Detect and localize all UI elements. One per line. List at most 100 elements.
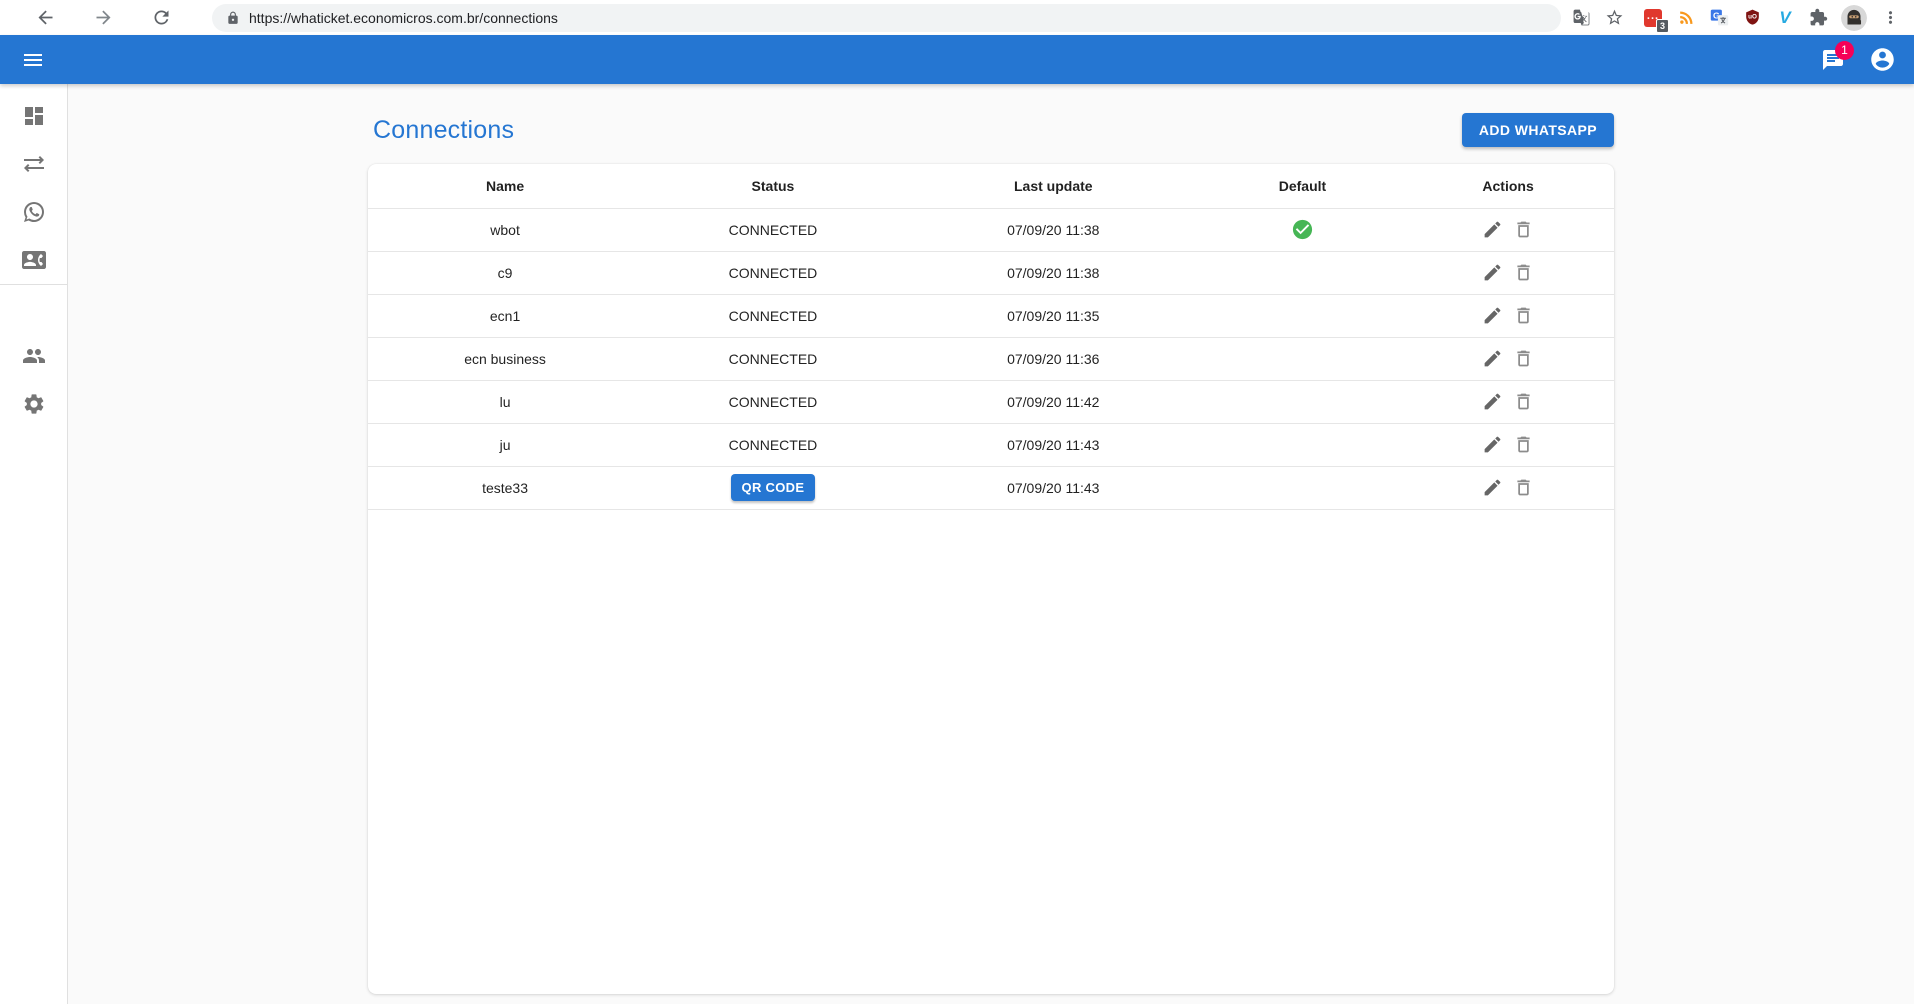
table-row: c9 CONNECTED 07/09/20 11:38 xyxy=(368,251,1614,294)
add-whatsapp-button[interactable]: ADD WHATSAPP xyxy=(1462,113,1614,147)
cell-last-update: 07/09/20 11:36 xyxy=(904,337,1203,380)
edit-button[interactable] xyxy=(1479,216,1506,243)
cell-default xyxy=(1203,337,1402,380)
qr-code-button[interactable]: QR CODE xyxy=(731,474,816,501)
cell-name: ju xyxy=(368,423,642,466)
hamburger-icon xyxy=(21,48,45,72)
extension-translate-icon[interactable]: G xyxy=(1709,8,1729,28)
pencil-icon xyxy=(1482,348,1503,369)
sidebar-item-connections[interactable] xyxy=(0,140,67,188)
connections-table-body: wbot CONNECTED 07/09/20 11:38 c9 CONNECT… xyxy=(368,208,1614,509)
edit-button[interactable] xyxy=(1479,388,1506,415)
extension-ublock-icon[interactable]: uO xyxy=(1742,8,1762,28)
cell-status: CONNECTED xyxy=(642,423,904,466)
edit-button[interactable] xyxy=(1479,345,1506,372)
cell-status: CONNECTED xyxy=(642,208,904,251)
connection-name: lu xyxy=(500,394,511,410)
page-title: Connections xyxy=(373,116,514,145)
gear-icon xyxy=(22,392,46,416)
cell-actions xyxy=(1402,380,1614,423)
delete-button[interactable] xyxy=(1510,345,1537,372)
table-header-row: NameStatusLast updateDefaultActions xyxy=(368,164,1614,208)
table-row: ju CONNECTED 07/09/20 11:43 xyxy=(368,423,1614,466)
cell-status: CONNECTED xyxy=(642,337,904,380)
last-update: 07/09/20 11:43 xyxy=(1007,480,1099,496)
status-text: CONNECTED xyxy=(729,308,818,324)
cell-actions xyxy=(1402,337,1614,380)
address-bar[interactable]: https://whaticket.economicros.com.br/con… xyxy=(212,4,1561,32)
table-row: ecn1 CONNECTED 07/09/20 11:35 xyxy=(368,294,1614,337)
edit-button[interactable] xyxy=(1479,474,1506,501)
status-text: CONNECTED xyxy=(729,351,818,367)
sidebar-item-tickets[interactable] xyxy=(0,188,67,236)
edit-button[interactable] xyxy=(1479,431,1506,458)
cell-default xyxy=(1203,423,1402,466)
cell-name: wbot xyxy=(368,208,642,251)
delete-button[interactable] xyxy=(1510,302,1537,329)
pencil-icon xyxy=(1482,262,1503,283)
status-text: CONNECTED xyxy=(729,222,818,238)
arrow-back-icon xyxy=(35,7,56,28)
table-row: lu CONNECTED 07/09/20 11:42 xyxy=(368,380,1614,423)
delete-button[interactable] xyxy=(1510,216,1537,243)
edit-button[interactable] xyxy=(1479,259,1506,286)
cell-default xyxy=(1203,466,1402,509)
delete-button[interactable] xyxy=(1510,431,1537,458)
trash-icon xyxy=(1513,305,1534,326)
sync-alt-icon xyxy=(22,152,46,176)
arrow-forward-icon xyxy=(93,7,114,28)
trash-icon xyxy=(1513,262,1534,283)
cell-status: QR CODE xyxy=(642,466,904,509)
extensions-puzzle-icon[interactable] xyxy=(1808,8,1828,28)
browser-refresh-button[interactable] xyxy=(146,3,176,33)
extension-v-icon[interactable]: V xyxy=(1775,8,1795,28)
cell-last-update: 07/09/20 11:35 xyxy=(904,294,1203,337)
delete-button[interactable] xyxy=(1510,474,1537,501)
connection-name: ecn business xyxy=(464,351,546,367)
account-button[interactable] xyxy=(1869,46,1896,73)
browser-back-button[interactable] xyxy=(30,3,60,33)
delete-button[interactable] xyxy=(1510,259,1537,286)
cell-actions xyxy=(1402,423,1614,466)
browser-profile-avatar[interactable] xyxy=(1841,5,1867,31)
cell-name: c9 xyxy=(368,251,642,294)
browser-menu-icon[interactable] xyxy=(1880,8,1900,28)
messages-button[interactable]: 1 xyxy=(1821,48,1845,72)
column-header: Last update xyxy=(904,164,1203,208)
column-header: Default xyxy=(1203,164,1402,208)
sidebar-item-users[interactable] xyxy=(0,332,67,380)
delete-button[interactable] xyxy=(1510,388,1537,415)
cell-status: CONNECTED xyxy=(642,380,904,423)
cell-default xyxy=(1203,208,1402,251)
extension-rss-icon[interactable] xyxy=(1676,8,1696,28)
browser-forward-button[interactable] xyxy=(88,3,118,33)
whatsapp-icon xyxy=(22,200,46,224)
bookmark-star-icon[interactable] xyxy=(1604,8,1624,28)
pencil-icon xyxy=(1482,219,1503,240)
trash-icon xyxy=(1513,219,1534,240)
connection-name: ju xyxy=(500,437,511,453)
cell-status: CONNECTED xyxy=(642,294,904,337)
translate-page-icon[interactable] xyxy=(1571,8,1591,28)
menu-toggle-button[interactable] xyxy=(21,48,45,72)
extension-red-ellipsis-icon[interactable]: ... 3 xyxy=(1643,8,1663,28)
connections-table: NameStatusLast updateDefaultActions wbot… xyxy=(368,164,1614,510)
last-update: 07/09/20 11:42 xyxy=(1007,394,1099,410)
extension-badge: 3 xyxy=(1656,19,1669,33)
browser-toolbar: https://whaticket.economicros.com.br/con… xyxy=(0,0,1914,35)
column-header: Name xyxy=(368,164,642,208)
cell-last-update: 07/09/20 11:38 xyxy=(904,251,1203,294)
last-update: 07/09/20 11:35 xyxy=(1007,308,1099,324)
sidebar-item-dashboard[interactable] xyxy=(0,92,67,140)
cell-last-update: 07/09/20 11:43 xyxy=(904,423,1203,466)
main-content: Connections ADD WHATSAPP NameStatusLast … xyxy=(68,84,1914,1004)
browser-toolbar-right: ... 3 G uO V xyxy=(1571,5,1900,31)
cell-default xyxy=(1203,380,1402,423)
sidebar-item-contacts[interactable] xyxy=(0,236,67,284)
page-header: Connections ADD WHATSAPP xyxy=(368,110,1614,150)
last-update: 07/09/20 11:36 xyxy=(1007,351,1099,367)
connections-card: NameStatusLast updateDefaultActions wbot… xyxy=(368,164,1614,994)
edit-button[interactable] xyxy=(1479,302,1506,329)
trash-icon xyxy=(1513,348,1534,369)
sidebar-item-settings[interactable] xyxy=(0,380,67,428)
